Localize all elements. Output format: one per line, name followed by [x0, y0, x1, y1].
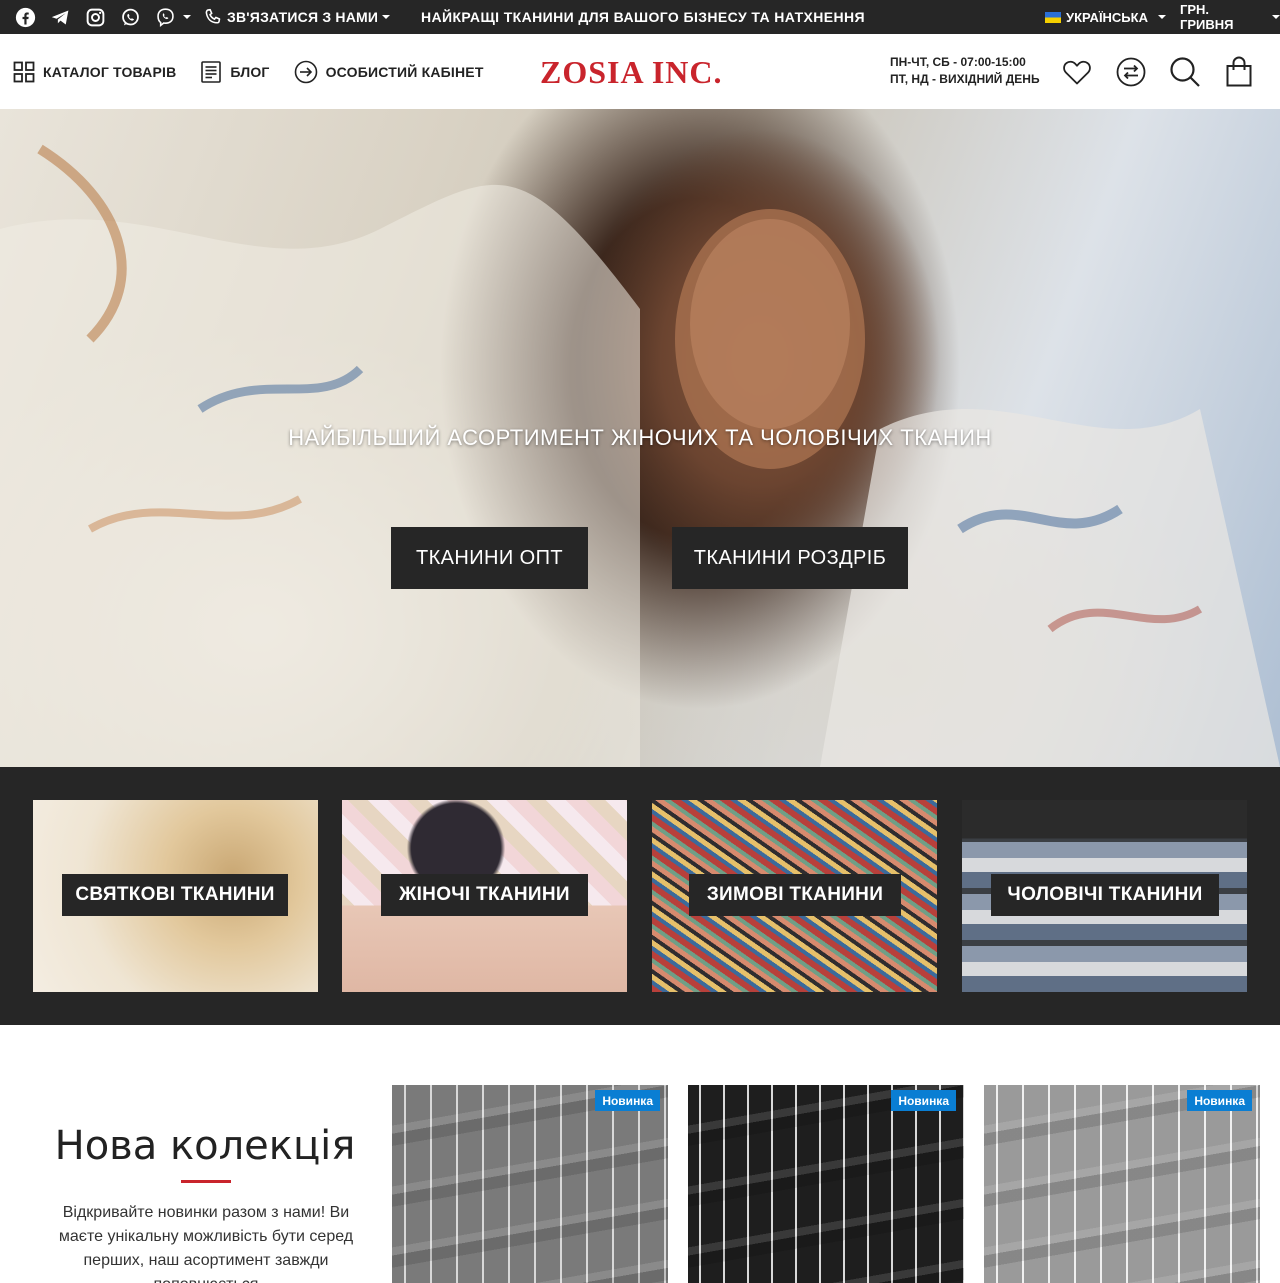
working-hours: ПН-ЧТ, СБ - 07:00-15:00 ПТ, НД - ВИХІДНИ…: [890, 54, 1040, 88]
telegram-icon[interactable]: [49, 6, 71, 28]
nav-catalog[interactable]: КАТАЛОГ ТОВАРІВ: [13, 61, 176, 83]
social-links: ЗВ'ЯЗАТИСЯ З НАМИ: [14, 6, 391, 28]
header-actions: [1060, 34, 1276, 109]
nav-blog-label: БЛОГ: [230, 63, 270, 80]
language-dropdown-icon: [1157, 15, 1166, 19]
hours-line-1: ПН-ЧТ, СБ - 07:00-15:00: [890, 55, 1026, 69]
category-winter[interactable]: ЗИМОВІ ТКАНИНИ: [652, 800, 937, 992]
category-women[interactable]: ЖІНОЧІ ТКАНИНИ: [342, 800, 627, 992]
instagram-icon[interactable]: [84, 6, 106, 28]
viber-dropdown-icon[interactable]: [183, 15, 191, 19]
product-image: [984, 1085, 1260, 1283]
nav-account-label: ОСОБИСТИЙ КАБІНЕТ: [325, 63, 484, 80]
grid-icon: [13, 61, 35, 82]
top-bar: ЗВ'ЯЗАТИСЯ З НАМИ НАЙКРАЩІ ТКАНИНИ ДЛЯ В…: [0, 0, 1280, 34]
facebook-icon[interactable]: [14, 6, 36, 28]
new-badge: Новинка: [891, 1090, 956, 1111]
category-label: ЖІНОЧІ ТКАНИНИ: [381, 874, 588, 916]
category-label: ЗИМОВІ ТКАНИНИ: [689, 874, 901, 916]
language-selector[interactable]: УКРАЇНСЬКА: [1045, 10, 1166, 25]
currency-label: ГРН. ГРИВНЯ: [1179, 2, 1234, 32]
cart-icon[interactable]: [1222, 55, 1256, 89]
retail-fabrics-button[interactable]: ТКАНИНИ РОЗДРІБ: [672, 527, 908, 589]
section-description: Відкривайте новинки разом з нами! Ви має…: [58, 1204, 354, 1283]
category-men[interactable]: ЧОЛОВІЧІ ТКАНИНИ: [962, 800, 1247, 992]
hero-title: НАЙБІЛЬШИЙ АСОРТИМЕНТ ЖІНОЧИХ ТА ЧОЛОВІЧ…: [288, 425, 992, 450]
main-nav: КАТАЛОГ ТОВАРІВ БЛОГ ОСОБИСТИЙ КАБІНЕТ: [13, 34, 508, 109]
hero-banner: НАЙБІЛЬШИЙ АСОРТИМЕНТ ЖІНОЧИХ ТА ЧОЛОВІЧ…: [0, 109, 1280, 767]
locale-selectors: УКРАЇНСЬКА ГРН. ГРИВНЯ: [1045, 0, 1280, 34]
nav-catalog-label: КАТАЛОГ ТОВАРІВ: [43, 63, 177, 80]
ukraine-flag-icon: [1045, 11, 1061, 23]
hours-line-2: ПТ, НД - ВИХІДНИЙ ДЕНЬ: [890, 72, 1040, 86]
document-icon: [201, 60, 222, 83]
new-collection-section: Нова колекція Відкривайте новинки разом …: [0, 1025, 1280, 1283]
currency-selector[interactable]: ГРН. ГРИВНЯ: [1180, 2, 1280, 32]
category-label: СВЯТКОВІ ТКАНИНИ: [62, 874, 288, 916]
heart-icon[interactable]: [1060, 55, 1094, 89]
login-arrow-icon: [294, 60, 317, 83]
phone-icon: [201, 6, 223, 28]
category-strip: СВЯТКОВІ ТКАНИНИ ЖІНОЧІ ТКАНИНИ ЗИМОВІ Т…: [0, 767, 1280, 1025]
product-image: [688, 1085, 964, 1283]
currency-dropdown-icon: [1272, 15, 1280, 19]
whatsapp-icon[interactable]: [119, 6, 141, 28]
viber-icon[interactable]: [154, 6, 176, 28]
search-icon[interactable]: [1168, 55, 1202, 89]
new-badge: Новинка: [1187, 1090, 1252, 1111]
section-title: Нова колекція: [54, 1123, 356, 1169]
contact-dropdown-icon: [382, 15, 391, 19]
contact-us-label: ЗВ'ЯЗАТИСЯ З НАМИ: [227, 9, 379, 25]
new-badge: Новинка: [595, 1090, 660, 1111]
wholesale-fabrics-button[interactable]: ТКАНИНИ ОПТ: [391, 527, 588, 589]
product-image: [392, 1085, 668, 1283]
product-card[interactable]: Новинка: [688, 1085, 964, 1283]
title-underline: [181, 1180, 231, 1183]
nav-blog[interactable]: БЛОГ: [200, 60, 269, 84]
language-label: УКРАЇНСЬКА: [1066, 9, 1148, 25]
product-card[interactable]: Новинка: [392, 1085, 668, 1283]
compare-icon[interactable]: [1114, 55, 1148, 89]
category-festive[interactable]: СВЯТКОВІ ТКАНИНИ: [33, 800, 318, 992]
contact-us-dropdown[interactable]: ЗВ'ЯЗАТИСЯ З НАМИ: [201, 6, 391, 28]
product-card[interactable]: Новинка: [984, 1085, 1260, 1283]
site-header: КАТАЛОГ ТОВАРІВ БЛОГ ОСОБИСТИЙ КАБІНЕТ Z…: [0, 34, 1280, 109]
category-label: ЧОЛОВІЧІ ТКАНИНИ: [991, 874, 1219, 916]
nav-account[interactable]: ОСОБИСТИЙ КАБІНЕТ: [294, 60, 484, 84]
top-slogan: НАЙКРАЩІ ТКАНИНИ ДЛЯ ВАШОГО БІЗНЕСУ ТА Н…: [421, 9, 866, 25]
site-logo[interactable]: ZOSIA INC.: [540, 54, 723, 91]
